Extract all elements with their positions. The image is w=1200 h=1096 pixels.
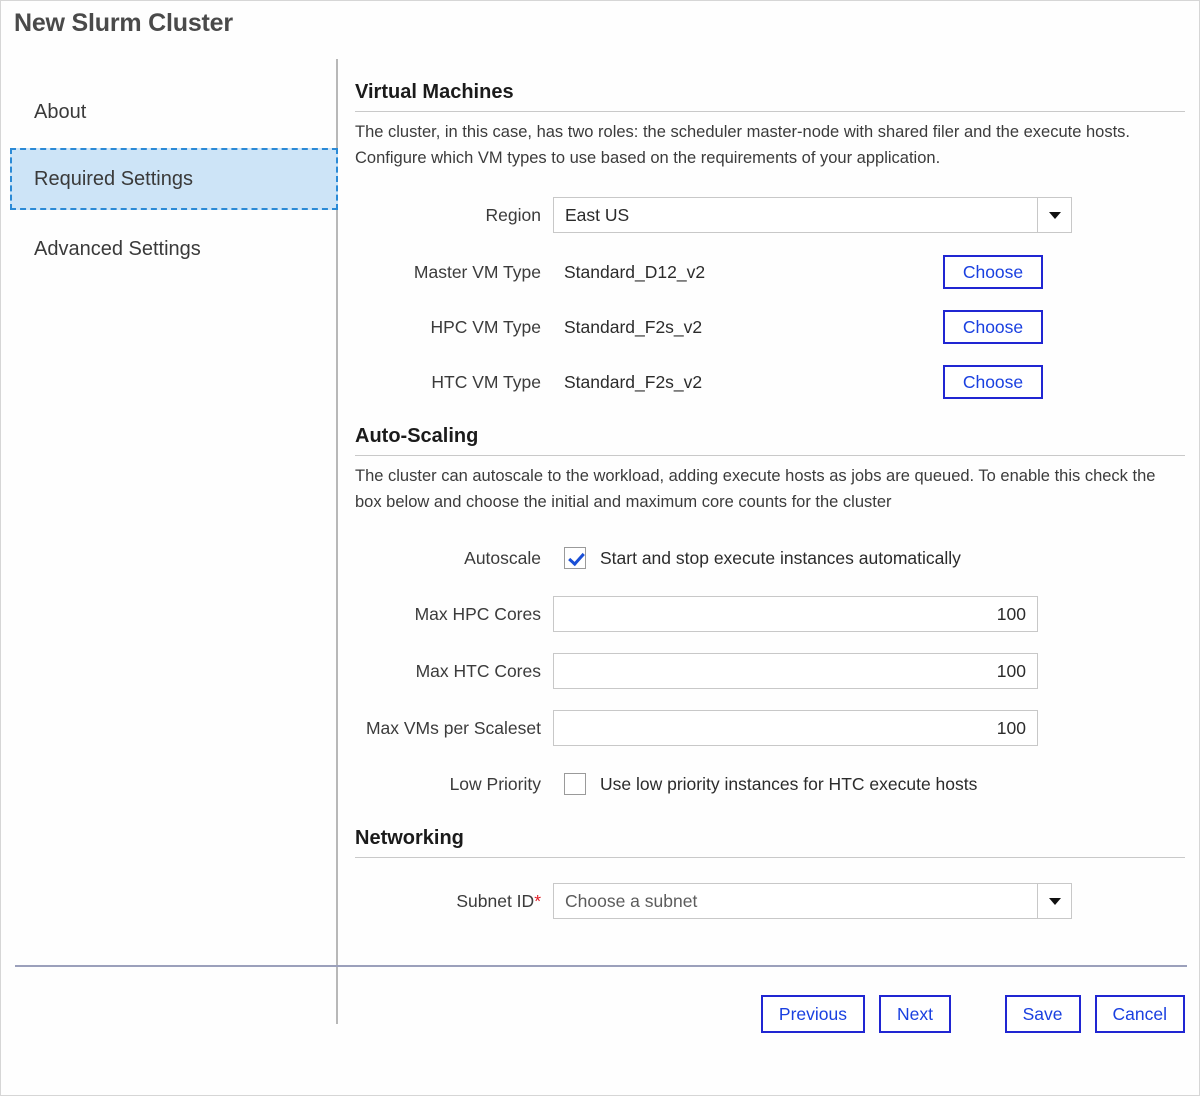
sidebar-item-advanced-settings[interactable]: Advanced Settings [10, 218, 338, 280]
max-hpc-cores-label: Max HPC Cores [341, 604, 553, 625]
chevron-down-icon [1049, 898, 1061, 905]
sidebar-item-label: Required Settings [34, 168, 193, 191]
subnet-id-label-text: Subnet ID [456, 891, 534, 911]
max-vms-per-scaleset-label: Max VMs per Scaleset [341, 718, 553, 739]
field-row-region: Region East US [341, 195, 1199, 235]
master-vm-type-label: Master VM Type [341, 262, 553, 283]
required-asterisk: * [534, 891, 541, 911]
max-vms-per-scaleset-control[interactable]: 100 [553, 710, 1038, 746]
autoscale-checkbox[interactable] [564, 547, 586, 569]
next-button[interactable]: Next [879, 995, 951, 1033]
region-dropdown-button[interactable] [1038, 197, 1072, 233]
section-description-auto-scaling: The cluster can autoscale to the workloa… [355, 463, 1179, 515]
autoscale-label: Autoscale [341, 548, 553, 569]
sidebar-item-about[interactable]: About [10, 81, 338, 143]
max-htc-cores-control[interactable]: 100 [553, 653, 1038, 689]
field-row-low-priority: Low Priority Use low priority instances … [341, 764, 1199, 804]
choose-htc-vm-button[interactable]: Choose [943, 365, 1043, 399]
field-row-subnet-id: Subnet ID* Choose a subnet [341, 881, 1199, 921]
field-row-max-hpc-cores: Max HPC Cores 100 [341, 594, 1199, 634]
choose-hpc-vm-button[interactable]: Choose [943, 310, 1043, 344]
choose-master-vm-button[interactable]: Choose [943, 255, 1043, 289]
htc-vm-type-label: HTC VM Type [341, 372, 553, 393]
subnet-id-dropdown-button[interactable] [1038, 883, 1072, 919]
low-priority-checkbox[interactable] [564, 773, 586, 795]
section-heading-networking: Networking [355, 827, 1185, 858]
field-row-max-vms-per-scaleset: Max VMs per Scaleset 100 [341, 708, 1199, 748]
footer-nav-buttons: Previous Next [761, 995, 951, 1033]
sidebar-item-required-settings[interactable]: Required Settings [10, 148, 338, 210]
section-heading-auto-scaling: Auto-Scaling [355, 425, 1185, 456]
sidebar-item-label: Advanced Settings [34, 238, 201, 261]
hpc-vm-type-label: HPC VM Type [341, 317, 553, 338]
field-row-hpc-vm-type: HPC VM Type Standard_F2s_v2 Choose [341, 307, 1199, 347]
footer-bar: Previous Next Save Cancel [1, 967, 1199, 1095]
max-hpc-cores-input[interactable]: 100 [553, 596, 1038, 632]
max-htc-cores-label: Max HTC Cores [341, 661, 553, 682]
sidebar-nav: About Required Settings Advanced Setting… [2, 59, 338, 1024]
chevron-down-icon [1049, 212, 1061, 219]
field-row-max-htc-cores: Max HTC Cores 100 [341, 651, 1199, 691]
cancel-button[interactable]: Cancel [1095, 995, 1185, 1033]
max-vms-per-scaleset-input[interactable]: 100 [553, 710, 1038, 746]
field-row-htc-vm-type: HTC VM Type Standard_F2s_v2 Choose [341, 362, 1199, 402]
hpc-vm-type-value: Standard_F2s_v2 [553, 317, 943, 338]
section-description-virtual-machines: The cluster, in this case, has two roles… [355, 119, 1179, 171]
sidebar-item-label: About [34, 101, 86, 124]
previous-button[interactable]: Previous [761, 995, 865, 1033]
new-slurm-cluster-window: New Slurm Cluster About Required Setting… [0, 0, 1200, 1096]
section-heading-virtual-machines: Virtual Machines [355, 81, 1185, 112]
region-select[interactable]: East US [553, 197, 1072, 233]
low-priority-caption: Use low priority instances for HTC execu… [600, 774, 977, 795]
autoscale-caption: Start and stop execute instances automat… [600, 548, 961, 569]
region-label: Region [341, 205, 553, 226]
field-row-autoscale: Autoscale Start and stop execute instanc… [341, 538, 1199, 578]
max-hpc-cores-control[interactable]: 100 [553, 596, 1038, 632]
subnet-id-select[interactable]: Choose a subnet [553, 883, 1072, 919]
settings-panel: Virtual Machines The cluster, in this ca… [341, 59, 1199, 1024]
htc-vm-type-value: Standard_F2s_v2 [553, 372, 943, 393]
subnet-id-value[interactable]: Choose a subnet [553, 883, 1038, 919]
master-vm-type-value: Standard_D12_v2 [553, 262, 943, 283]
max-htc-cores-input[interactable]: 100 [553, 653, 1038, 689]
save-button[interactable]: Save [1005, 995, 1081, 1033]
subnet-id-label: Subnet ID* [341, 891, 553, 912]
region-value[interactable]: East US [553, 197, 1038, 233]
field-row-master-vm-type: Master VM Type Standard_D12_v2 Choose [341, 252, 1199, 292]
page-title: New Slurm Cluster [14, 9, 233, 38]
footer-action-buttons: Save Cancel [1005, 995, 1185, 1033]
low-priority-label: Low Priority [341, 774, 553, 795]
